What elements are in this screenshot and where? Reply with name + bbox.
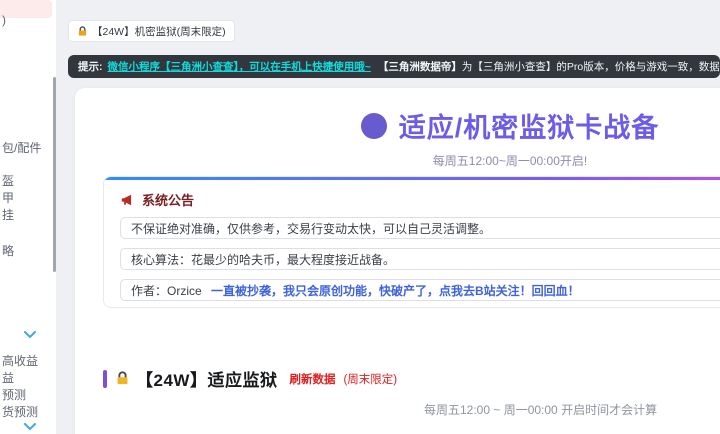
announcement-card: 系统公告 不保证绝对准确，仅供参考，交易行变动太快，可以自己灵活调整。 核心算法… <box>103 176 720 308</box>
notice-bold-text: 【三角洲数据帝】 <box>377 61 462 73</box>
sidebar-item[interactable]: 高收益 <box>2 352 38 369</box>
gradient-top-bar <box>104 177 720 180</box>
notice-prefix: 提示: <box>78 61 103 73</box>
author-label: 作者：Orzice <box>131 284 202 298</box>
sidebar-item[interactable]: 甲 <box>2 189 14 206</box>
chevron-down-icon[interactable] <box>24 331 36 339</box>
main-card: 适应/机密监狱卡战备 每周五12:00~周一00:00开启! 系统公告 不保证绝… <box>75 88 720 434</box>
page: ) 包/配件 盔 甲 挂 略 高收益 益 预测 货预测 【24W】机密监狱(周末… <box>0 0 720 434</box>
sidebar-item[interactable]: 益 <box>2 369 14 386</box>
notice-bar: 提示: 微信小程序【三角洲小查查】，可以在手机上快捷使用哦~ 【三角洲数据帝】 … <box>68 55 720 78</box>
announcement-header-label: 系统公告 <box>142 193 195 208</box>
sidebar-item[interactable]: 挂 <box>2 206 14 223</box>
sidebar-item[interactable]: 货预测 <box>2 403 38 420</box>
sidebar-scrollbar[interactable] <box>53 77 56 272</box>
sidebar-item[interactable]: 包/配件 <box>2 139 41 156</box>
circle-icon <box>360 112 387 139</box>
weekend-badge: (周末限定) <box>343 373 398 386</box>
sidebar-item[interactable]: 预测 <box>2 386 26 403</box>
schedule-note: 每周五12:00 ~ 周一00:00 开启时间才会计算 <box>424 403 658 417</box>
sidebar-item[interactable]: 略 <box>2 242 14 259</box>
notice-rest-text: 为【三角洲小查查】的Pro版本，价格与游戏一致，数据实时更新! <box>461 61 720 73</box>
tab-label: 【24W】机密监狱(周末限定) <box>92 25 226 38</box>
announcement-item: 不保证绝对准确，仅供参考，交易行变动太快，可以自己灵活调整。 <box>120 217 720 239</box>
megaphone-icon <box>120 193 134 207</box>
chevron-down-icon[interactable] <box>24 423 36 431</box>
sidebar-item[interactable]: ) <box>2 13 6 27</box>
lock-icon <box>77 25 88 37</box>
sidebar-item[interactable]: 盔 <box>2 172 14 189</box>
announcement-item: 作者：Orzice 一直被抄袭，我只会原创功能，快破产了，点我去B站关注！回回血… <box>120 279 720 301</box>
section-heading: 【24W】适应监狱 刷新数据 (周末限定) <box>103 366 397 391</box>
section-accent-bar <box>103 369 107 388</box>
page-title: 适应/机密监狱卡战备 <box>398 113 660 143</box>
author-bilibili-link[interactable]: 一直被抄袭，我只会原创功能，快破产了，点我去B站关注！回回血！ <box>211 284 580 298</box>
sidebar: ) 包/配件 盔 甲 挂 略 高收益 益 预测 货预测 <box>0 0 56 434</box>
announcement-header: 系统公告 <box>120 190 720 209</box>
hero-header: 适应/机密监狱卡战备 <box>75 106 720 145</box>
page-subtitle: 每周五12:00~周一00:00开启! <box>432 154 588 168</box>
miniprogram-link[interactable]: 微信小程序【三角洲小查查】，可以在手机上快捷使用哦~ <box>108 59 371 74</box>
lock-icon <box>115 371 130 386</box>
section-title: 【24W】适应监狱 <box>136 371 278 390</box>
sidebar-active-item[interactable] <box>0 0 52 18</box>
announcement-item: 核心算法：花最少的哈夫币，最大程度接近战备。 <box>120 248 720 270</box>
tab-secret-prison[interactable]: 【24W】机密监狱(周末限定) <box>68 20 235 42</box>
refresh-data-button[interactable]: 刷新数据 <box>289 371 335 387</box>
